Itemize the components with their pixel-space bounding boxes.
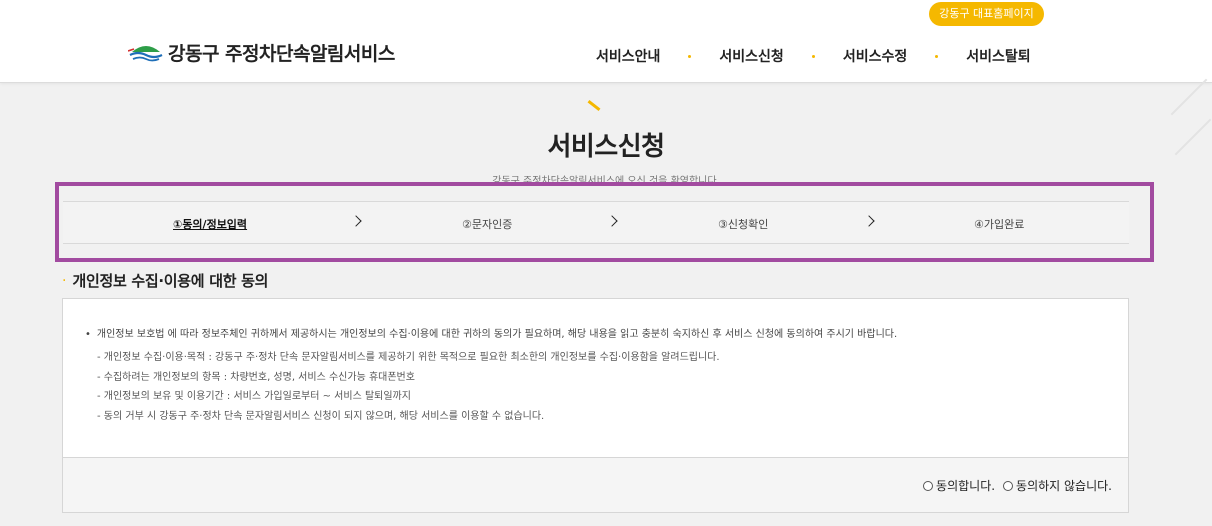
logo-title: 강동구 주정차단속알림서비스 <box>168 42 395 65</box>
homepage-link-button[interactable]: 강동구 대표홈페이지 <box>929 2 1044 26</box>
consent-lead: • 개인정보 보호법 에 따라 정보주체인 귀하께서 제공하시는 개인정보의 수집… <box>85 325 897 340</box>
disagree-radio[interactable] <box>1003 480 1014 491</box>
list-item: - 수집하려는 개인정보의 항목 : 차량번호, 성명, 서비스 수신가능 휴대… <box>97 371 415 383</box>
section-title: 개인정보 수집·이용에 대한 동의 <box>72 272 269 290</box>
nav-separator <box>688 54 692 58</box>
nav-service-info[interactable]: 서비스안내 <box>596 46 660 66</box>
nav-service-edit[interactable]: 서비스수정 <box>843 46 907 66</box>
agree-label: 동의합니다. <box>936 479 996 493</box>
decorative-line <box>1170 78 1208 116</box>
main-nav: 서비스안내 서비스신청 서비스수정 서비스탈퇴 <box>596 46 1031 66</box>
agree-radio[interactable] <box>923 480 934 491</box>
disagree-radio-option[interactable]: 동의하지 않습니다. <box>1003 477 1112 494</box>
site-header: 강동구 대표홈페이지 강동구 주정차단속알림서비스 서비스안내 서비스신청 서비… <box>0 0 1212 83</box>
section-header: · 개인정보 수집·이용에 대한 동의 <box>62 270 268 291</box>
consent-lead-text: 개인정보 보호법 에 따라 정보주체인 귀하께서 제공하시는 개인정보의 수집·… <box>96 329 898 340</box>
bullet-icon: · <box>62 272 67 289</box>
nav-service-apply[interactable]: 서비스신청 <box>719 46 783 66</box>
agree-options: 동의합니다. 동의하지 않습니다. <box>915 477 1112 494</box>
page-title: 서비스신청 <box>547 132 665 162</box>
nav-separator <box>935 54 939 58</box>
nav-separator <box>811 54 815 58</box>
list-item: - 개인정보의 보유 및 이용기간 : 서비스 가입일로부터 ~ 서비스 탈퇴일… <box>97 391 411 402</box>
disagree-label: 동의하지 않습니다. <box>1016 479 1112 493</box>
nav-service-withdraw[interactable]: 서비스탈퇴 <box>966 46 1030 66</box>
steps-highlight-frame <box>55 182 1154 262</box>
site-logo[interactable]: 강동구 주정차단속알림서비스 <box>128 38 395 66</box>
agree-bar: 동의합니다. 동의하지 않습니다. <box>62 458 1129 513</box>
list-item: - 동의 거부 시 강동구 주·정차 단속 문자알림서비스 신청이 되지 않으며… <box>97 410 545 422</box>
list-item: - 개인정보 수집·이용·목적 : 강동구 주·정차 단속 문자알림서비스를 제… <box>97 352 720 363</box>
bullet-icon: • <box>85 329 91 340</box>
consent-text-box[interactable]: • 개인정보 보호법 에 따라 정보주체인 귀하께서 제공하시는 개인정보의 수집… <box>62 298 1129 458</box>
gangdong-logo-icon <box>128 46 163 62</box>
title-accent <box>587 100 601 111</box>
consent-items: - 개인정보 수집·이용·목적 : 강동구 주·정차 단속 문자알림서비스를 제… <box>97 348 720 426</box>
agree-radio-option[interactable]: 동의합니다. <box>923 477 995 494</box>
